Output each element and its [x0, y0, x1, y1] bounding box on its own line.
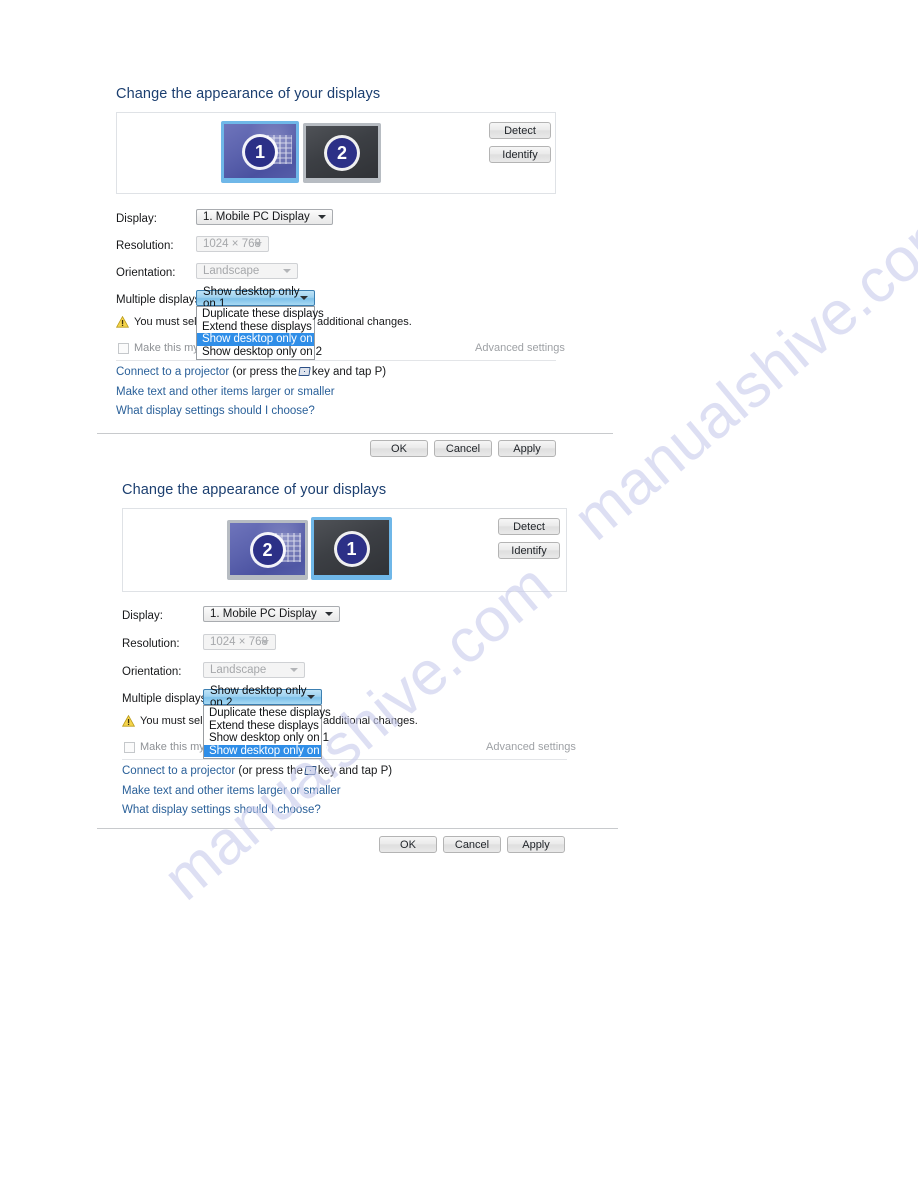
- apply-button[interactable]: Apply: [498, 440, 556, 457]
- resolution-label: Resolution:: [116, 240, 174, 252]
- cancel-button[interactable]: Cancel: [443, 836, 501, 853]
- multiple-displays-dropdown[interactable]: Duplicate these displays Extend these di…: [203, 705, 331, 760]
- orientation-label: Orientation:: [122, 666, 182, 678]
- display-select[interactable]: 1. Mobile PC Display: [196, 209, 333, 225]
- orientation-label: Orientation:: [116, 267, 176, 279]
- warning-icon: [115, 315, 130, 328]
- multiple-displays-label: Multiple displays:: [122, 693, 210, 705]
- apply-button[interactable]: Apply: [507, 836, 565, 853]
- monitor-number-badge: 1: [245, 137, 275, 167]
- chevron-down-icon: [307, 695, 315, 699]
- windows-key-icon: [298, 367, 311, 376]
- footer-divider: [97, 433, 613, 434]
- chevron-down-icon: [283, 269, 291, 273]
- multiple-displays-label: Multiple displays:: [116, 294, 204, 306]
- connect-projector-hint-post: key and tap P): [311, 366, 387, 378]
- ok-button[interactable]: OK: [370, 440, 428, 457]
- chevron-down-icon: [290, 668, 298, 672]
- monitor-arrangement: 1 2: [221, 121, 381, 183]
- identify-button[interactable]: Identify: [498, 542, 560, 559]
- connect-projector-hint-post: key and tap P): [317, 765, 393, 777]
- multiple-displays-select[interactable]: Show desktop only on 1: [196, 286, 315, 310]
- connect-projector-text: Connect to a projector: [122, 765, 236, 777]
- text-size-link[interactable]: Make text and other items larger or smal…: [116, 386, 335, 398]
- chevron-down-icon: [300, 296, 308, 300]
- monitor-number-badge: 2: [252, 535, 283, 565]
- orientation-select-value: Landscape: [203, 265, 260, 277]
- monitor-thumbnail-1[interactable]: 1: [311, 517, 392, 580]
- section-divider: [122, 759, 567, 760]
- connect-projector-hint-pre: (or press the: [238, 765, 303, 777]
- dropdown-option-duplicate[interactable]: Duplicate these displays: [197, 308, 324, 321]
- display-select-value: 1. Mobile PC Display: [203, 211, 310, 223]
- chevron-down-icon: [325, 612, 333, 616]
- monitor-thumbnail-1[interactable]: 1: [221, 121, 299, 183]
- identify-button[interactable]: Identify: [489, 146, 551, 163]
- display-help-link[interactable]: What display settings should I choose?: [116, 405, 315, 417]
- windows-key-icon: [304, 766, 317, 775]
- advanced-settings-link[interactable]: Advanced settings: [486, 741, 576, 753]
- cancel-button[interactable]: Cancel: [434, 440, 492, 457]
- dropdown-option-extend[interactable]: Extend these displays: [204, 720, 321, 733]
- main-display-checkbox[interactable]: [124, 741, 135, 753]
- connect-projector-link[interactable]: Connect to a projector (or press the key …: [122, 765, 392, 777]
- warning-icon: [121, 714, 136, 727]
- monitor-number-badge: 2: [327, 138, 357, 168]
- detect-button[interactable]: Detect: [489, 122, 551, 139]
- orientation-select[interactable]: Landscape: [196, 263, 298, 279]
- dropdown-option-only-1[interactable]: Show desktop only on 1: [204, 732, 329, 745]
- display-preview-box: 1 2 Detect Identify: [116, 112, 556, 194]
- ok-button[interactable]: OK: [379, 836, 437, 853]
- main-display-checkbox[interactable]: [118, 342, 129, 354]
- detect-button[interactable]: Detect: [498, 518, 560, 535]
- multiple-displays-select[interactable]: Show desktop only on 2: [203, 685, 322, 709]
- connect-projector-link[interactable]: Connect to a projector (or press the key …: [116, 366, 386, 378]
- display-label: Display:: [116, 213, 157, 225]
- display-preview-box: 2 1 Detect Identify: [122, 508, 567, 592]
- orientation-select-value: Landscape: [210, 664, 267, 676]
- dropdown-option-duplicate[interactable]: Duplicate these displays: [204, 707, 331, 720]
- display-help-link[interactable]: What display settings should I choose?: [122, 804, 321, 816]
- display-label: Display:: [122, 610, 163, 622]
- dropdown-option-only-1[interactable]: Show desktop only on 1: [197, 333, 322, 346]
- display-select-value: 1. Mobile PC Display: [210, 608, 317, 620]
- connect-projector-text: Connect to a projector: [116, 366, 230, 378]
- connect-projector-hint-pre: (or press the: [232, 366, 297, 378]
- page-title: Change the appearance of your displays: [116, 86, 381, 102]
- resolution-select-value: 1024 × 768: [203, 238, 261, 250]
- orientation-select[interactable]: Landscape: [203, 662, 305, 678]
- multiple-displays-dropdown[interactable]: Duplicate these displays Extend these di…: [196, 306, 324, 361]
- monitor-thumbnail-2[interactable]: 2: [303, 123, 381, 183]
- monitor-thumbnail-2[interactable]: 2: [227, 520, 308, 580]
- display-select[interactable]: 1. Mobile PC Display: [203, 606, 340, 622]
- dropdown-option-only-2[interactable]: Show desktop only on 2: [204, 744, 329, 758]
- resolution-select-value: 1024 × 768: [210, 636, 268, 648]
- dropdown-option-extend[interactable]: Extend these displays: [197, 321, 314, 334]
- chevron-down-icon: [261, 640, 269, 644]
- monitor-number-badge: 1: [336, 533, 367, 564]
- resolution-select[interactable]: 1024 × 768: [196, 236, 269, 252]
- text-size-link[interactable]: Make text and other items larger or smal…: [122, 785, 341, 797]
- page-title: Change the appearance of your displays: [122, 482, 387, 498]
- monitor-arrangement: 2 1: [227, 517, 392, 580]
- watermark-text: manualshive.com: [560, 190, 918, 554]
- resolution-select[interactable]: 1024 × 768: [203, 634, 276, 650]
- resolution-label: Resolution:: [122, 638, 180, 650]
- footer-divider: [97, 828, 618, 829]
- chevron-down-icon: [318, 215, 326, 219]
- section-divider: [116, 360, 556, 361]
- advanced-settings-link[interactable]: Advanced settings: [475, 342, 565, 354]
- dropdown-option-only-2[interactable]: Show desktop only on 2: [197, 346, 322, 359]
- chevron-down-icon: [254, 242, 262, 246]
